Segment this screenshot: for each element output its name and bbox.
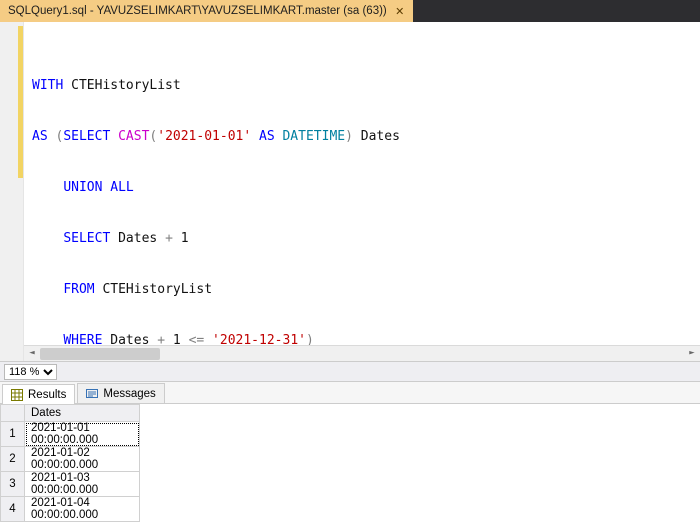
tab-results[interactable]: Results [2,384,75,404]
scroll-right-icon[interactable]: ► [684,346,700,362]
code-line: FROM CTEHistoryList [32,281,700,298]
messages-icon [86,388,98,400]
row-header-blank [1,405,25,422]
table-header-row: Dates [1,405,140,422]
table-row[interactable]: 4 2021-01-04 00:00:00.000 [1,497,140,522]
code-line: WITH CTEHistoryList [32,77,700,94]
table-row[interactable]: 1 2021-01-01 00:00:00.000 [1,422,140,447]
cell-value[interactable]: 2021-01-03 00:00:00.000 [25,472,140,497]
close-icon[interactable]: ✕ [393,4,407,18]
scroll-track[interactable] [40,346,684,362]
result-tabs: Results Messages [0,382,700,404]
zoom-bar: 118 % [0,362,700,382]
code-line: SELECT Dates + 1 [32,230,700,247]
zoom-select[interactable]: 118 % [4,364,57,380]
scroll-left-icon[interactable]: ◄ [24,346,40,362]
scroll-thumb[interactable] [40,348,160,360]
row-number[interactable]: 4 [1,497,25,522]
code-line: AS (SELECT CAST('2021-01-01' AS DATETIME… [32,128,700,145]
table-row[interactable]: 2 2021-01-02 00:00:00.000 [1,447,140,472]
tab-messages[interactable]: Messages [77,383,164,403]
results-table: Dates 1 2021-01-01 00:00:00.000 2 2021-0… [0,404,140,522]
row-number[interactable]: 2 [1,447,25,472]
horizontal-scrollbar[interactable]: ◄ ► [24,345,700,361]
row-number[interactable]: 1 [1,422,25,447]
editor-gutter [0,22,24,361]
cell-value[interactable]: 2021-01-01 00:00:00.000 [25,422,140,447]
table-row[interactable]: 3 2021-01-03 00:00:00.000 [1,472,140,497]
tab-results-label: Results [28,389,66,401]
cell-value[interactable]: 2021-01-04 00:00:00.000 [25,497,140,522]
editor-tab-title: SQLQuery1.sql - YAVUZSELIMKART\YAVUZSELI… [8,5,387,17]
grid-icon [11,389,23,401]
change-marker [18,26,23,178]
column-header[interactable]: Dates [25,405,140,422]
code-area[interactable]: WITH CTEHistoryList AS (SELECT CAST('202… [24,22,700,361]
editor-tab-active[interactable]: SQLQuery1.sql - YAVUZSELIMKART\YAVUZSELI… [0,0,413,22]
editor-tab-bar: SQLQuery1.sql - YAVUZSELIMKART\YAVUZSELI… [0,0,700,22]
cell-value[interactable]: 2021-01-02 00:00:00.000 [25,447,140,472]
code-line: UNION ALL [32,179,700,196]
row-number[interactable]: 3 [1,472,25,497]
sql-editor[interactable]: WITH CTEHistoryList AS (SELECT CAST('202… [0,22,700,362]
current-line-highlight [24,162,700,179]
results-grid[interactable]: Dates 1 2021-01-01 00:00:00.000 2 2021-0… [0,404,700,522]
tab-messages-label: Messages [103,388,155,400]
